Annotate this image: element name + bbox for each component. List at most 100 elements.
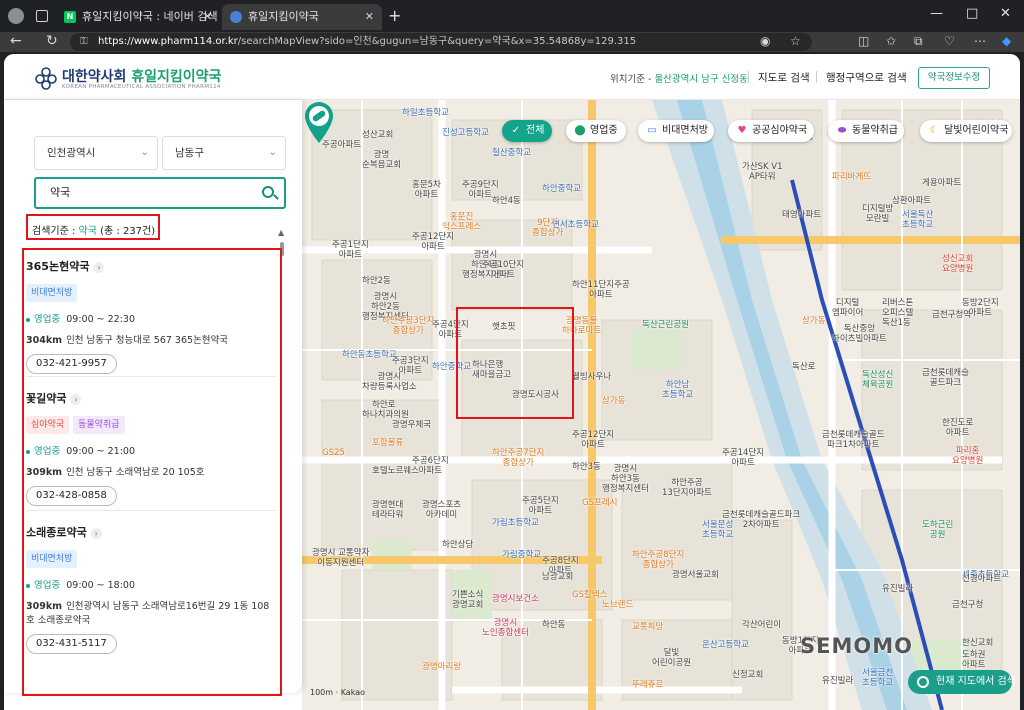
- map-place-label[interactable]: 달빛 어린이공원: [652, 648, 691, 668]
- search-current-map-button[interactable]: 현재 지도에서 검색: [908, 670, 1016, 694]
- map-place-label[interactable]: 하나치과의원: [362, 410, 409, 420]
- map-place-label[interactable]: 독산1동: [882, 318, 911, 328]
- map-place-label[interactable]: 하안로: [372, 400, 395, 410]
- map-place-label[interactable]: 성신교회 요양병원: [942, 254, 973, 274]
- result-card[interactable]: 365논현약국 › 비대면처방 영업중 09:00 ~ 22:30 304km 인천 …: [26, 258, 276, 374]
- filter-animal-chip[interactable]: ⬬ 동물약취급: [828, 120, 904, 142]
- map-place-label[interactable]: 하일초등학교: [402, 108, 449, 118]
- close-tab-icon[interactable]: ✕: [365, 4, 374, 30]
- map-place-label[interactable]: 웰빙사우나: [572, 372, 611, 382]
- maximize-icon[interactable]: □: [966, 6, 978, 21]
- map-place-label[interactable]: 하안2동: [362, 276, 391, 286]
- map-place-label[interactable]: 금천롯데캐슬 골드파크: [922, 368, 969, 388]
- site-title[interactable]: 대한약사회 휴일지킴이약국: [62, 66, 221, 86]
- map-place-label[interactable]: 하안동초등학교: [342, 350, 397, 360]
- minimize-icon[interactable]: —: [930, 6, 943, 21]
- map-place-label[interactable]: 파리바게뜨: [832, 172, 871, 182]
- map-place-label[interactable]: 가림초등학교: [492, 518, 539, 528]
- map-place-label[interactable]: 진성고등학교: [442, 128, 489, 138]
- location-icon[interactable]: ◉: [760, 34, 770, 48]
- map-place-label[interactable]: 남광교회: [542, 572, 573, 582]
- map-place-label[interactable]: 하안4동: [492, 196, 521, 206]
- map-view[interactable]: 하일초등학교 성산교회 진성고등학교 주공아파트 광명 순복음교회 철산중학교 홍문5차 아…: [302, 100, 1020, 710]
- map-place-label[interactable]: 독산로: [792, 362, 815, 372]
- map-place-label[interactable]: 광명아리랑: [422, 662, 461, 672]
- result-card[interactable]: 소래종로약국 › 비대면처방 영업중 09:00 ~ 18:00 309km 인천광역…: [26, 524, 276, 654]
- map-place-label[interactable]: 홍문진 익스프레스: [442, 212, 481, 232]
- map-place-label[interactable]: 서울금천 초등학교: [862, 668, 893, 688]
- bookmark-star-icon[interactable]: ☆: [790, 34, 801, 48]
- url-field[interactable]: ⚿ https://www.pharm114.or.kr/searchMapVi…: [70, 33, 812, 51]
- phone-button[interactable]: 032-431-5117: [26, 634, 117, 654]
- refresh-icon[interactable]: ↻: [46, 33, 58, 49]
- map-place-label[interactable]: 호텔노르웨스: [372, 466, 419, 476]
- map-place-label[interactable]: 신정교회: [732, 670, 763, 680]
- browser-tab-active[interactable]: 휴일지킴이약국 ✕: [222, 4, 382, 30]
- map-place-label[interactable]: 삼환아파트: [892, 196, 931, 206]
- map-place-label[interactable]: 광명스포츠 아카데미: [422, 500, 461, 520]
- map-place-label[interactable]: 금천롯데캐슬골드파크 2차아파트: [722, 510, 800, 530]
- map-place-label[interactable]: 광명시보건소: [492, 594, 539, 604]
- nav-map-search[interactable]: 지도로 검색: [758, 70, 810, 85]
- map-place-label[interactable]: 서울독산 초등학교: [902, 210, 933, 230]
- map-place-label[interactable]: 연서초등학교: [552, 220, 599, 230]
- new-tab-icon[interactable]: +: [388, 6, 401, 25]
- search-input[interactable]: 약국: [34, 177, 286, 209]
- map-place-label[interactable]: 광명시 하안3동 행정복지센터: [602, 464, 649, 494]
- map-place-label[interactable]: 금천롯데캐슬골드 파크1차아파트: [822, 430, 885, 450]
- map-place-label[interactable]: 유진빌라: [882, 584, 913, 594]
- map-place-label[interactable]: 광명시 차량등록사업소: [362, 372, 417, 392]
- browser-tab-naver[interactable]: N 휴일지킴이약국 : 네이버 검색 ✕: [56, 4, 220, 30]
- map-place-label[interactable]: 가림중학교: [502, 550, 541, 560]
- phone-button[interactable]: 032-428-0858: [26, 486, 117, 506]
- map-place-label[interactable]: 하안주공8단지 종합상가: [632, 550, 684, 570]
- search-icon[interactable]: [262, 186, 274, 198]
- filter-night-chip[interactable]: ♥ 공공심야약국: [728, 120, 814, 142]
- back-icon[interactable]: ←: [10, 33, 22, 49]
- pharmacy-name[interactable]: 꽃길약국 ›: [26, 390, 276, 406]
- map-place-label[interactable]: 광명서울교회: [672, 570, 719, 580]
- map-place-label[interactable]: 포함물류: [372, 438, 403, 448]
- map-place-label[interactable]: 주공10단지 아파트: [482, 260, 524, 280]
- split-screen-icon[interactable]: ◫: [858, 34, 869, 48]
- map-place-label[interactable]: 노브랜드: [602, 600, 633, 610]
- map-place-label[interactable]: 가산SK V1 AP타워: [742, 162, 783, 182]
- map-place-label[interactable]: 하안동: [542, 620, 565, 630]
- map-place-label[interactable]: 홍문5차 아파트: [412, 180, 441, 200]
- map-place-label[interactable]: 기쁜소식 광명교회: [452, 590, 483, 610]
- map-place-label[interactable]: 독산근린공원: [642, 320, 689, 330]
- filter-all-chip[interactable]: ✓ 전체: [502, 120, 552, 142]
- map-place-label[interactable]: 하안3동: [572, 462, 601, 472]
- phone-button[interactable]: 032-421-9957: [26, 354, 117, 374]
- map-place-label[interactable]: 게용아파트: [922, 178, 961, 188]
- map-place-label[interactable]: 광명시 교통약자 이동지원센터: [312, 548, 369, 568]
- map-place-label[interactable]: 도하근린 공원: [922, 520, 953, 540]
- map-place-label[interactable]: GS프레시: [582, 498, 617, 508]
- close-tab-icon[interactable]: ✕: [203, 4, 212, 30]
- map-place-label[interactable]: 광명 순복음교회: [362, 150, 401, 170]
- map-place-label[interactable]: 각산어린이: [742, 620, 781, 630]
- map-place-label[interactable]: 교통희망: [632, 622, 663, 632]
- map-place-label[interactable]: 성산교회: [362, 130, 393, 140]
- close-window-icon[interactable]: ✕: [1000, 6, 1011, 21]
- map-place-label[interactable]: 주공5단지 아파트: [522, 496, 559, 516]
- map-place-label[interactable]: 운산고등학교: [702, 640, 749, 650]
- collections-icon[interactable]: ⧉: [914, 34, 923, 49]
- map-place-label[interactable]: 철산중학교: [492, 148, 531, 158]
- copilot-icon[interactable]: ◆: [1002, 34, 1011, 48]
- map-place-label[interactable]: 하안주공 13단지아파트: [662, 478, 712, 498]
- map-place-label[interactable]: 상가동: [602, 396, 625, 406]
- map-place-label[interactable]: 한신교회: [962, 638, 993, 648]
- map-place-label[interactable]: 유진빌라: [822, 676, 853, 686]
- nav-region-search[interactable]: 행정구역으로 검색: [826, 70, 907, 85]
- map-place-label[interactable]: 하안남 초등학교: [662, 380, 693, 400]
- map-place-label[interactable]: 뚜레쥬르: [632, 680, 663, 690]
- filter-moonlight-chip[interactable]: ☾ 달빛어린이약국: [920, 120, 1012, 142]
- favorites-icon[interactable]: ✩: [886, 34, 896, 48]
- map-place-label[interactable]: 주공14단지 아파트: [722, 448, 764, 468]
- map-place-label[interactable]: 주공12단지 아파트: [572, 430, 614, 450]
- more-icon[interactable]: ⋯: [974, 34, 986, 48]
- map-place-label[interactable]: GS25: [322, 448, 345, 458]
- map-place-label[interactable]: 리버스톤 오피스텔: [882, 298, 913, 318]
- heartbeat-icon[interactable]: ♡: [944, 34, 955, 48]
